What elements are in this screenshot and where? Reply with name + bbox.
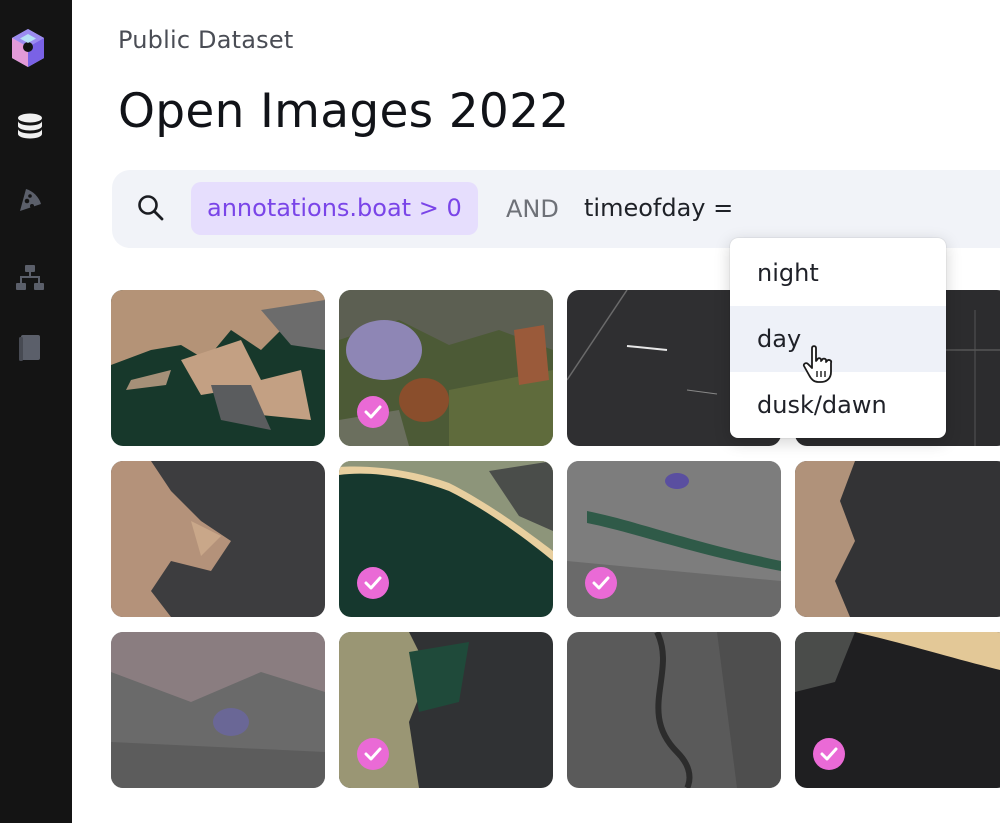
image-tile[interactable] <box>795 632 1000 788</box>
option-night[interactable]: night <box>730 240 946 306</box>
pizza-slice-icon[interactable] <box>12 182 48 218</box>
network-icon[interactable] <box>12 260 48 296</box>
image-tile[interactable] <box>111 461 325 617</box>
option-dusk-dawn[interactable]: dusk/dawn <box>730 372 946 438</box>
filter-chip[interactable]: annotations.boat > 0 <box>191 182 478 235</box>
search-icon[interactable] <box>136 193 166 223</box>
sidebar <box>0 0 72 823</box>
page-title: Open Images 2022 <box>118 84 570 139</box>
image-tile[interactable] <box>339 290 553 446</box>
dataset-type-label: Public Dataset <box>118 26 294 54</box>
timeofday-dropdown: night day dusk/dawn <box>730 238 946 438</box>
selected-check-icon[interactable] <box>813 738 845 770</box>
database-icon[interactable] <box>12 110 48 146</box>
image-tile[interactable] <box>567 632 781 788</box>
selected-check-icon[interactable] <box>585 567 617 599</box>
and-operator: AND <box>506 195 559 223</box>
image-tile[interactable] <box>567 461 781 617</box>
book-icon[interactable] <box>12 330 48 366</box>
image-tile[interactable] <box>111 290 325 446</box>
image-tile[interactable] <box>111 632 325 788</box>
selected-check-icon[interactable] <box>357 567 389 599</box>
selected-check-icon[interactable] <box>357 396 389 428</box>
option-day[interactable]: day <box>730 306 946 372</box>
image-tile[interactable] <box>339 632 553 788</box>
hand-cursor-icon <box>800 344 838 384</box>
image-tile[interactable] <box>339 461 553 617</box>
image-tile[interactable] <box>795 461 1000 617</box>
selected-check-icon[interactable] <box>357 738 389 770</box>
hex-cube-logo[interactable] <box>4 26 52 74</box>
query-input[interactable] <box>584 186 1000 230</box>
